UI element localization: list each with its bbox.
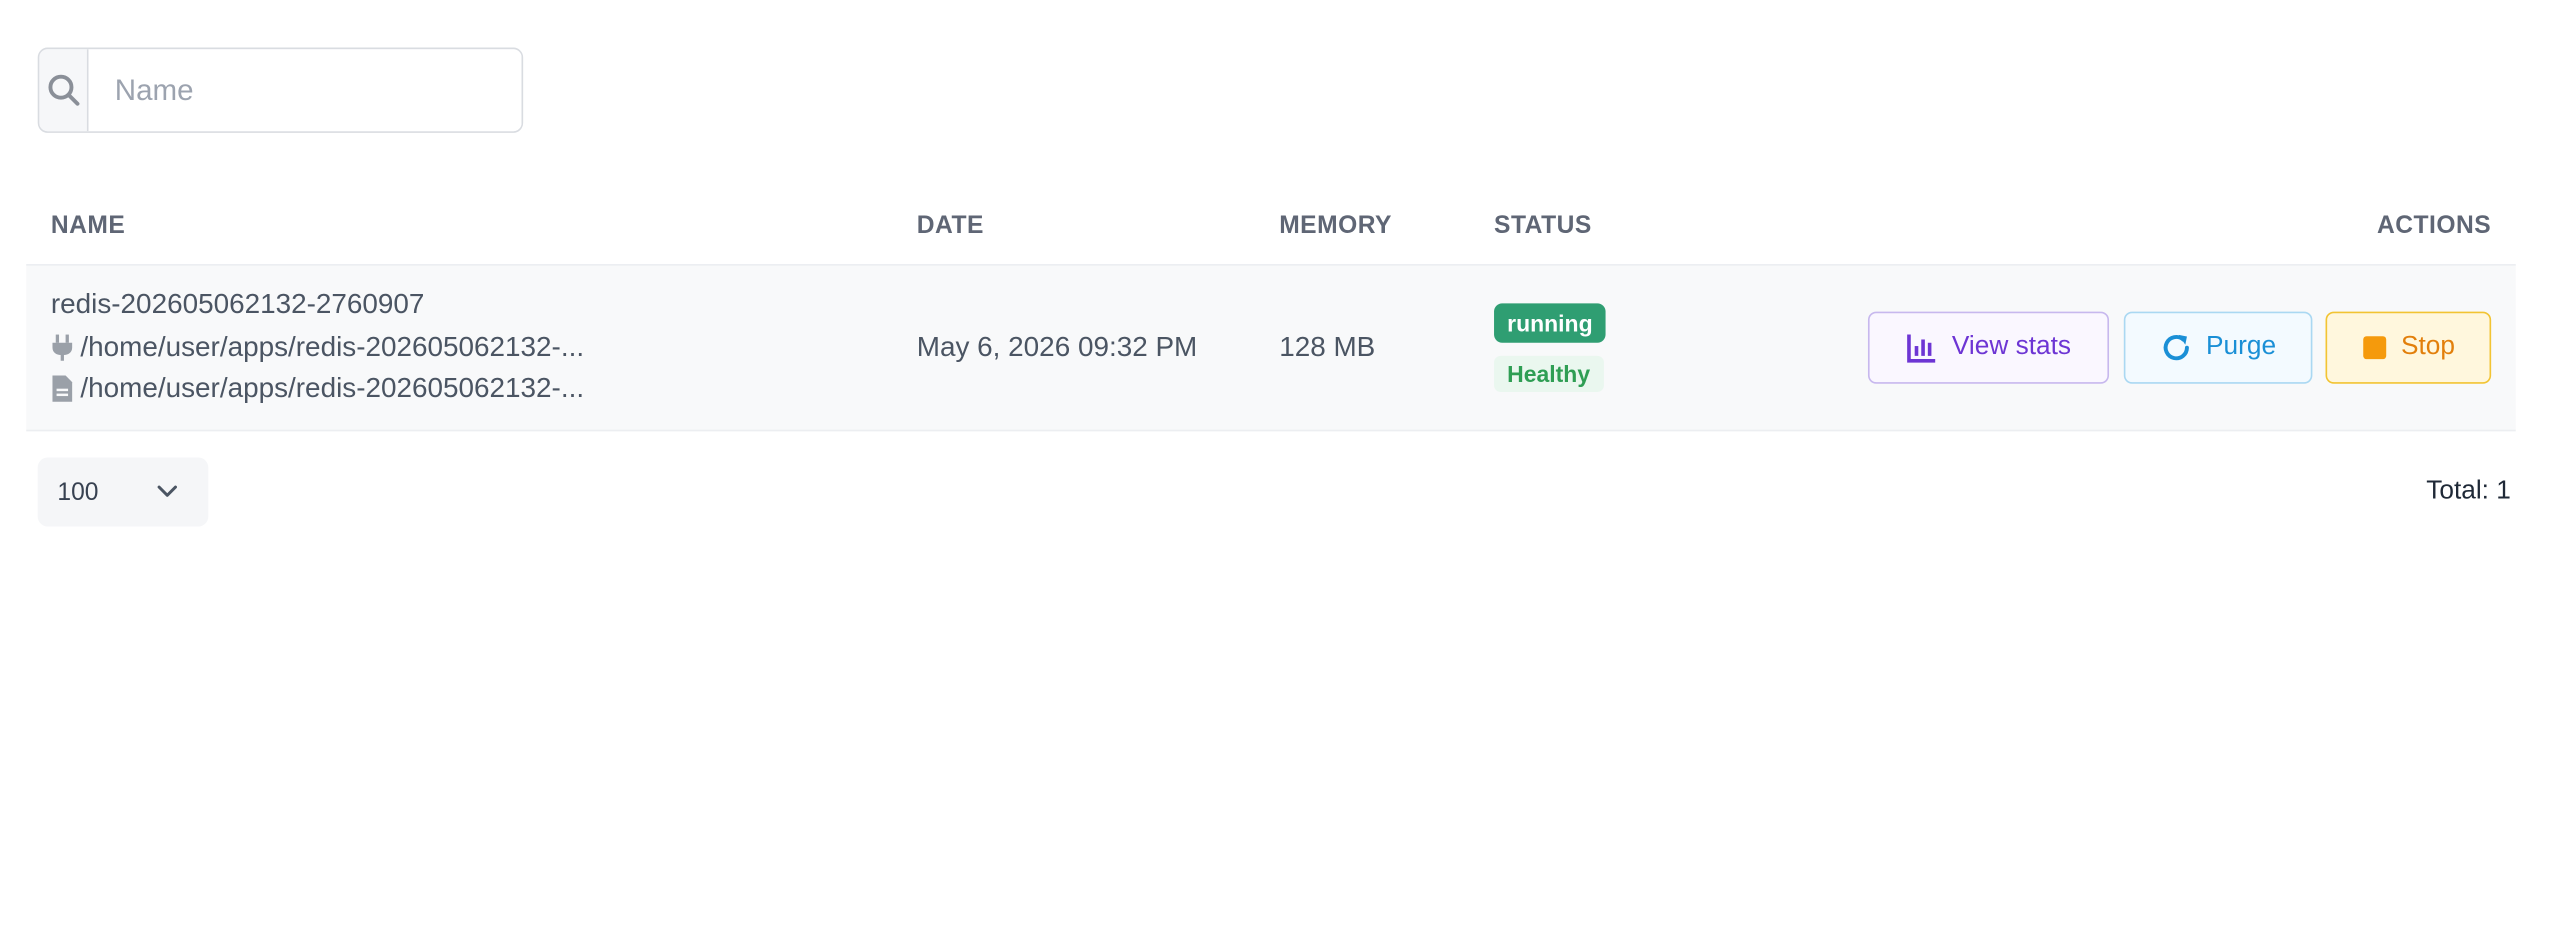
search-input[interactable]	[88, 49, 522, 132]
status-badge: running	[1494, 303, 1606, 343]
file-icon	[52, 375, 73, 402]
stop-button[interactable]: Stop	[2325, 311, 2492, 384]
instance-name: redis-202605062132-2760907	[50, 288, 425, 320]
header-memory[interactable]: MEMORY	[1279, 212, 1392, 240]
instance-memory: 128 MB	[1279, 331, 1376, 363]
refresh-icon	[2163, 334, 2190, 361]
config-path: /home/user/apps/redis-202605062132-...	[51, 372, 584, 405]
page: NAME DATE MEMORY STATUS ACTIONS redis-20…	[0, 0, 2562, 932]
chevron-down-icon	[157, 485, 177, 497]
stop-icon	[2363, 336, 2387, 360]
health-badge: Healthy	[1494, 355, 1604, 392]
instance-date: May 6, 2026 09:32 PM	[916, 331, 1198, 363]
socket-path-text: /home/user/apps/redis-202605062132-...	[80, 331, 585, 363]
table-row: redis-202605062132-2760907 /home/user/ap…	[26, 264, 2516, 432]
table-header: NAME DATE MEMORY STATUS ACTIONS	[26, 184, 2516, 263]
purge-button[interactable]: Purge	[2123, 311, 2313, 384]
header-actions: ACTIONS	[2377, 211, 2492, 240]
view-stats-label: View stats	[1951, 332, 2072, 361]
view-stats-button[interactable]: View stats	[1867, 311, 2110, 384]
search-icon[interactable]	[39, 49, 89, 132]
config-path-text: /home/user/apps/redis-202605062132-...	[80, 372, 585, 404]
search-box	[37, 47, 524, 133]
total-count: Total: 1	[2426, 477, 2511, 506]
stop-label: Stop	[2401, 332, 2456, 361]
plug-icon	[52, 334, 73, 361]
header-name[interactable]: NAME	[51, 212, 125, 240]
purge-label: Purge	[2206, 332, 2277, 361]
bar-chart-icon	[1907, 334, 1936, 363]
page-size-select[interactable]: 100	[37, 457, 209, 527]
header-date[interactable]: DATE	[917, 212, 984, 240]
page-size-value: 100	[57, 478, 99, 506]
socket-path: /home/user/apps/redis-202605062132-...	[51, 331, 584, 364]
header-status[interactable]: STATUS	[1494, 212, 1592, 240]
